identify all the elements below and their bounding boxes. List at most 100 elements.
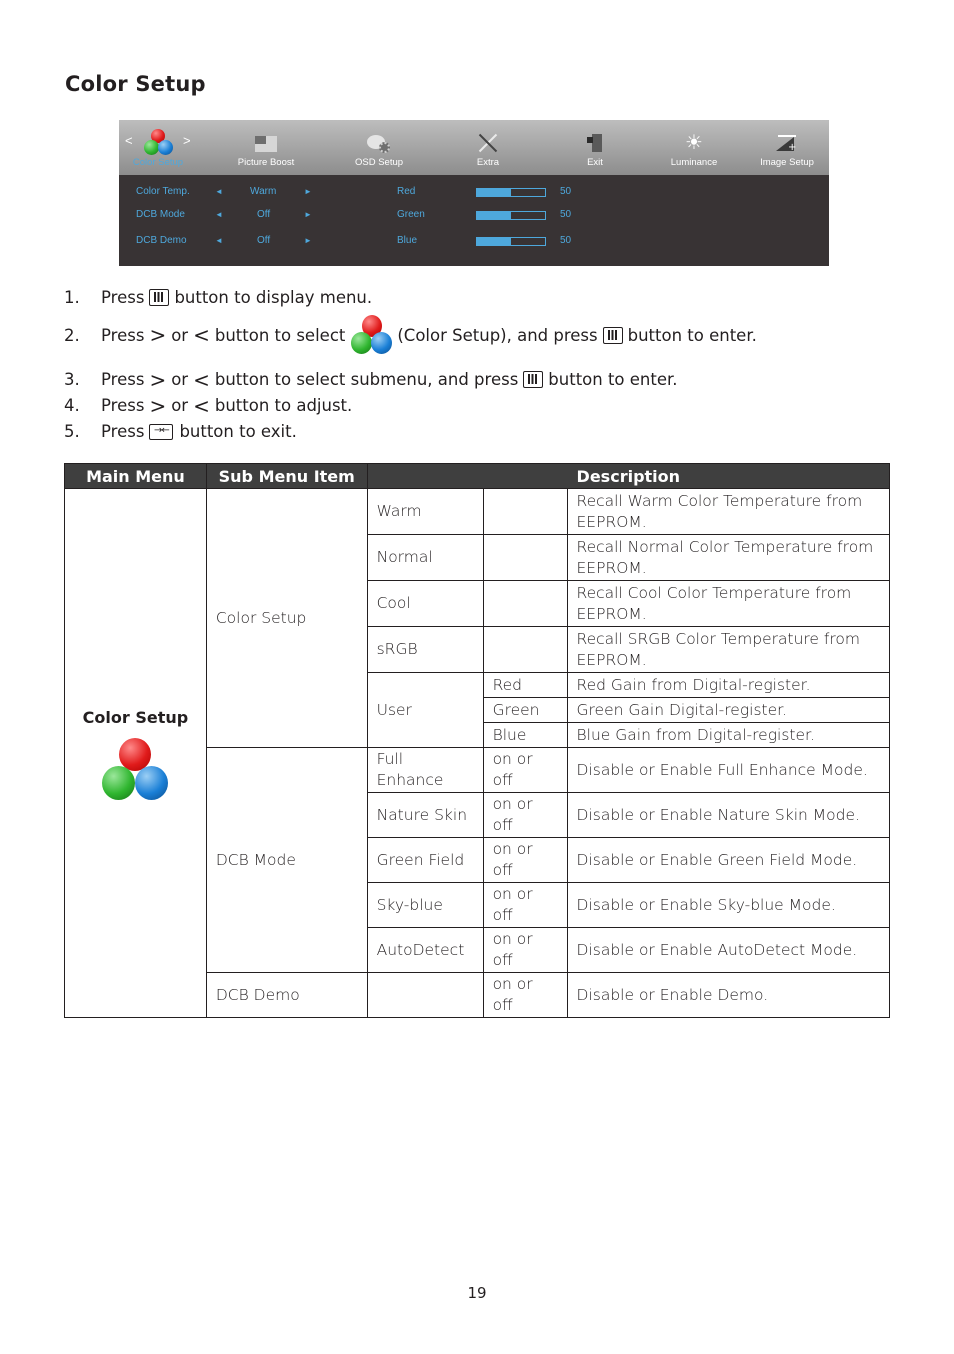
item-cell: Green Field	[366, 837, 484, 883]
color-orbs-icon	[350, 315, 393, 355]
step-text: button to select submenu, and press	[214, 370, 519, 389]
item-cell: AutoDetect	[366, 927, 484, 973]
item-cell: Normal	[366, 534, 484, 581]
header-description: Description	[366, 463, 891, 489]
value-cell	[482, 626, 568, 673]
main-menu-label: Color Setup	[82, 707, 189, 727]
green-gain-bar[interactable]	[476, 211, 546, 220]
step-number: 5.	[64, 422, 80, 441]
sub-menu-dcb-mode: DCB Mode	[205, 747, 368, 973]
color-orbs-icon	[143, 129, 173, 159]
blue-gain-bar[interactable]	[476, 237, 546, 246]
value-cell: Blue	[482, 722, 568, 748]
right-triangle-icon[interactable]: ►	[304, 236, 312, 245]
osd-tab-image-setup[interactable]: + Image Setup	[747, 120, 827, 175]
osd-tab-exit[interactable]: Exit	[565, 120, 625, 175]
step-number: 1.	[64, 288, 80, 307]
osd-tab-extra[interactable]: Extra	[449, 120, 527, 175]
step-text: (Color Setup), and press	[397, 325, 598, 345]
step-number: 4.	[64, 396, 80, 415]
desc-cell: Recall Normal Color Temperature from EEP…	[566, 534, 891, 581]
item-cell: Full Enhance	[366, 747, 484, 793]
osd-tab-luminance[interactable]: ☀ Luminance	[654, 120, 734, 175]
osd-tab-label: OSD Setup	[354, 157, 404, 168]
page-number: 19	[467, 1284, 487, 1302]
osd-setting-color-temp[interactable]: Color Temp. ◄ Warm ► Red 50	[119, 186, 829, 200]
right-chevron-icon: >	[149, 367, 167, 392]
sub-menu-color-setup: Color Setup	[205, 488, 368, 748]
menu-button-icon	[149, 289, 170, 306]
step-text: Press	[101, 325, 145, 345]
item-cell: Cool	[366, 580, 484, 627]
green-gain-fill	[477, 212, 511, 219]
value-cell: on or off	[482, 882, 568, 928]
value-cell: Red	[482, 672, 568, 698]
osd-gain-value: 50	[560, 235, 572, 246]
red-gain-bar[interactable]	[476, 188, 546, 197]
value-cell	[482, 580, 568, 627]
osd-gain-label: Blue	[397, 235, 418, 246]
osd-tab-label: Luminance	[670, 157, 718, 168]
osd-gain-value: 50	[560, 186, 572, 197]
desc-cell: Recall SRGB Color Temperature from EEPRO…	[566, 626, 891, 673]
left-triangle-icon[interactable]: ◄	[215, 236, 223, 245]
step-text: button to select	[214, 325, 346, 345]
step-text: button to display menu.	[174, 288, 373, 307]
right-chevron-icon: >	[149, 323, 167, 347]
main-menu-cell: Color Setup	[64, 488, 207, 1018]
right-chevron-icon: >	[149, 393, 167, 418]
osd-setting-value: Off	[257, 209, 271, 220]
exit-button-icon: →←	[149, 423, 174, 440]
left-chevron-icon: <	[193, 323, 210, 347]
osd-menu-screenshot: < > Color Setup Picture Boost OSD Setup	[119, 120, 829, 266]
step-number: 3.	[64, 370, 80, 389]
step-number: 2.	[64, 325, 80, 345]
osd-tab-osd-setup[interactable]: OSD Setup	[339, 120, 419, 175]
step-text: or	[171, 370, 189, 389]
step-text: Press	[101, 396, 145, 415]
blue-gain-fill	[477, 238, 511, 245]
value-cell: on or off	[482, 927, 568, 973]
step-text: or	[171, 396, 189, 415]
value-cell: on or off	[482, 747, 568, 793]
table-row: Color Setup Color Setup Warm Recall Warm…	[64, 488, 891, 1018]
image-setup-icon: +	[776, 135, 798, 153]
left-triangle-icon[interactable]: ◄	[215, 187, 223, 196]
table-header-row: Main Menu Sub Menu Item Description	[64, 463, 891, 489]
osd-setting-label: Color Temp.	[136, 186, 190, 197]
desc-cell: Disable or Enable Full Enhance Mode.	[566, 747, 891, 793]
value-cell: on or off	[482, 792, 568, 838]
value-cell: on or off	[482, 837, 568, 883]
right-triangle-icon[interactable]: ►	[304, 210, 312, 219]
osd-tab-picture-boost[interactable]: Picture Boost	[226, 120, 306, 175]
step-text: Press	[101, 288, 145, 307]
desc-cell: Disable or Enable Demo.	[566, 972, 891, 1018]
header-main-menu: Main Menu	[64, 463, 207, 489]
item-cell: Warm	[366, 488, 484, 535]
page-title: Color Setup	[65, 72, 206, 96]
item-cell: Sky-blue	[366, 882, 484, 928]
desc-cell: Disable or Enable Green Field Mode.	[566, 837, 891, 883]
menu-button-icon	[523, 371, 544, 388]
step-text: button to adjust.	[214, 396, 353, 415]
left-triangle-icon[interactable]: ◄	[215, 210, 223, 219]
menu-description-table: Main Menu Sub Menu Item Description Colo…	[64, 463, 891, 1018]
osd-setting-dcb-mode[interactable]: DCB Mode ◄ Off ► Green 50	[119, 209, 829, 223]
osd-setting-value: Warm	[250, 186, 277, 197]
osd-setting-label: DCB Demo	[136, 235, 187, 246]
osd-setting-label: DCB Mode	[136, 209, 185, 220]
left-chevron-icon: <	[193, 393, 210, 418]
step-text: button to enter.	[548, 370, 678, 389]
value-cell: Green	[482, 697, 568, 723]
header-sub-menu-item: Sub Menu Item	[205, 463, 368, 489]
osd-tab-color-setup[interactable]: Color Setup	[119, 120, 197, 175]
sub-menu-dcb-demo: DCB Demo	[205, 972, 368, 1018]
osd-setting-dcb-demo[interactable]: DCB Demo ◄ Off ► Blue 50	[119, 235, 829, 249]
sun-icon: ☀	[685, 130, 703, 154]
right-triangle-icon[interactable]: ►	[304, 187, 312, 196]
left-chevron-icon: <	[193, 367, 210, 392]
desc-cell: Recall Warm Color Temperature from EEPRO…	[566, 488, 891, 535]
desc-cell: Recall Cool Color Temperature from EEPRO…	[566, 580, 891, 627]
exit-door-icon	[587, 134, 603, 152]
red-gain-fill	[477, 189, 511, 196]
